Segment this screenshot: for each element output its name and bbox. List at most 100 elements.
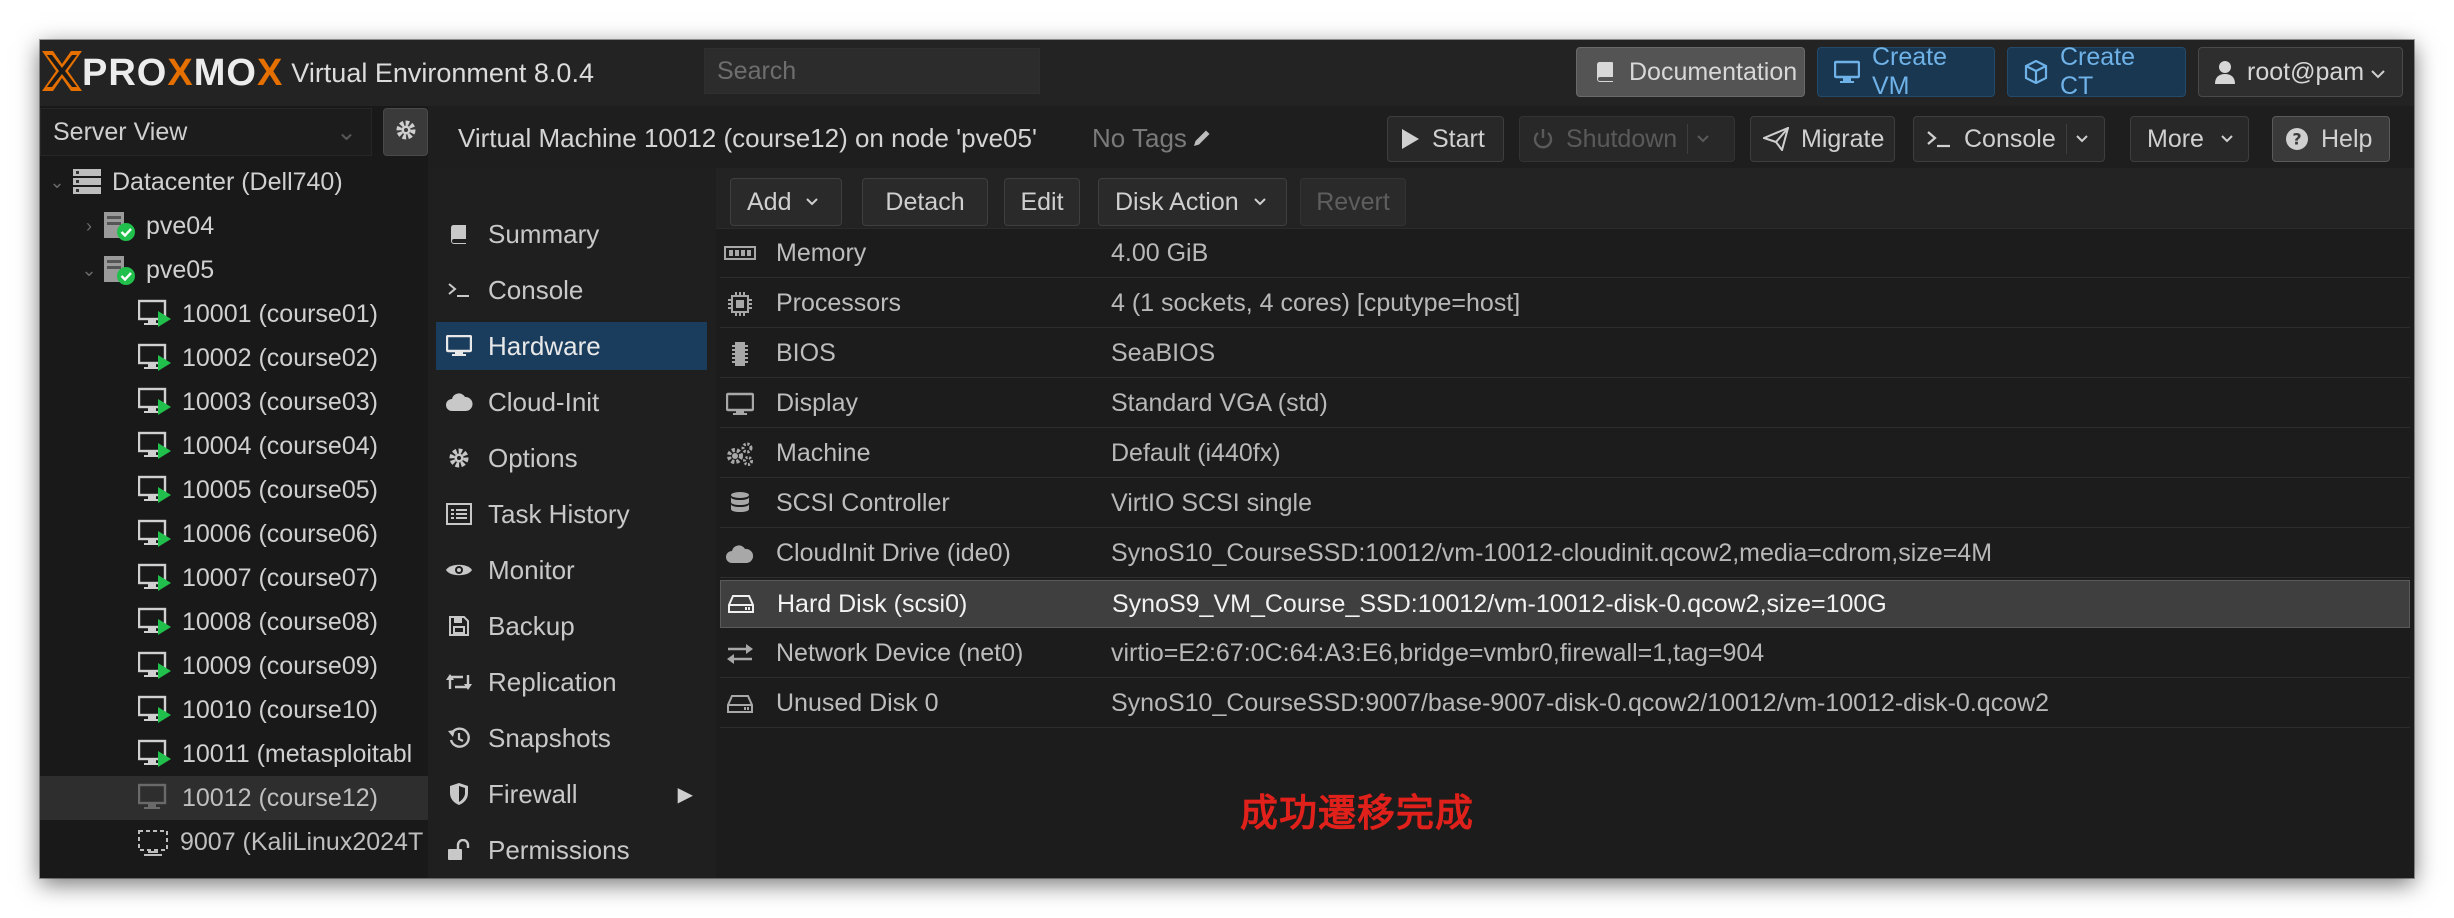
hardware-toolbar: Add Detach Edit Disk Action Revert [716,168,2414,229]
add-button[interactable]: Add [730,178,842,226]
tree-item-vm-10004[interactable]: 10004 (course04) [40,424,428,468]
list-icon [444,503,474,525]
nav-options[interactable]: Options [436,434,707,482]
help-button[interactable]: ? Help [2272,116,2390,162]
nav-firewall[interactable]: Firewall ▶ [436,770,707,818]
hardware-row-bios[interactable]: BIOS SeaBIOS [720,330,2410,378]
hardware-row-network-device[interactable]: Network Device (net0) virtio=E2:67:0C:64… [720,630,2410,678]
hardware-row-scsi-controller[interactable]: SCSI Controller VirtIO SCSI single [720,480,2410,528]
documentation-button[interactable]: Documentation [1576,47,1805,97]
tree-item-template-9007[interactable]: 9007 (KaliLinux2024T [40,820,428,864]
tree-item-pve04[interactable]: › pve04 [40,204,428,248]
tree-item-vm-10009[interactable]: 10009 (course09) [40,644,428,688]
tree-item-vm-10006[interactable]: 10006 (course06) [40,512,428,556]
nav-monitor[interactable]: Monitor [436,546,707,594]
vm-running-icon [138,651,172,681]
memory-icon [720,245,760,263]
hardware-row-display[interactable]: Display Standard VGA (std) [720,380,2410,428]
hardware-row-memory[interactable]: Memory 4.00 GiB [720,230,2410,278]
chevron-down-icon: ⌄ [81,259,97,280]
template-icon [136,827,170,857]
cloud-icon [720,544,760,564]
nav-console[interactable]: Console [436,266,707,314]
page-title: Virtual Machine 10012 (course12) on node… [458,123,1037,153]
create-ct-button[interactable]: Create CT [2007,43,2186,100]
retweet-icon [444,671,474,693]
cube-icon [2024,60,2048,84]
vm-subnav: Summary Console Hardware Cloud-Init Opti… [428,168,715,878]
desktop-icon [1834,60,1860,84]
migration-complete-annotation: 成功遷移完成 [1240,791,1475,835]
detach-button[interactable]: Detach [862,178,988,226]
edit-button[interactable]: Edit [1004,178,1080,226]
migrate-button[interactable]: Migrate [1750,116,1895,162]
gear-icon [444,446,474,470]
node-online-icon [102,254,136,286]
chevron-right-icon: › [86,215,92,236]
console-button[interactable]: Console [1913,116,2105,162]
tree-item-vm-10008[interactable]: 10008 (course08) [40,600,428,644]
pencil-icon [1191,127,1213,149]
hardware-panel: Add Detach Edit Disk Action Revert Memor… [716,168,2414,878]
tree-item-vm-10011[interactable]: 10011 (metasploitabl [40,732,428,776]
floppy-icon [444,615,474,637]
tree-item-vm-10007[interactable]: 10007 (course07) [40,556,428,600]
shutdown-button[interactable]: Shutdown [1519,116,1735,162]
resource-tree: Server View ⌄ ⌄ Datacenter (Dell740) › p… [40,106,428,878]
cpu-icon [720,291,760,317]
cloud-icon [444,392,474,412]
tree-item-pve05[interactable]: ⌄ pve05 [40,248,428,292]
tree-item-vm-10003[interactable]: 10003 (course03) [40,380,428,424]
desktop-icon [720,392,760,416]
user-menu-button[interactable]: root@pam [2198,47,2403,97]
tree-item-vm-10002[interactable]: 10002 (course02) [40,336,428,380]
hardware-row-hard-disk[interactable]: Hard Disk (scsi0) SynoS9_VM_Course_SSD:1… [720,580,2410,628]
vm-running-icon [138,695,172,725]
server-view-select[interactable]: Server View ⌄ [40,108,372,156]
more-button[interactable]: More [2130,116,2249,162]
tree-item-datacenter[interactable]: ⌄ Datacenter (Dell740) [40,160,428,204]
create-vm-button[interactable]: Create VM [1817,43,1995,100]
hardware-row-machine[interactable]: Machine Default (i440fx) [720,430,2410,478]
user-icon [2215,60,2235,84]
nav-permissions[interactable]: Permissions [436,826,707,874]
chevron-down-icon [1253,197,1267,207]
tags-editor[interactable]: No Tags [1092,118,1213,158]
vm-running-icon [138,739,172,769]
terminal-icon [444,280,474,300]
disk-action-button[interactable]: Disk Action [1098,178,1287,226]
tree-item-vm-10010[interactable]: 10010 (course10) [40,688,428,732]
hardware-row-unused-disk[interactable]: Unused Disk 0 SynoS10_CourseSSD:9007/bas… [720,680,2410,728]
nav-task-history[interactable]: Task History [436,490,707,538]
hardware-row-cloudinit-drive[interactable]: CloudInit Drive (ide0) SynoS10_CourseSSD… [720,530,2410,578]
database-icon [720,491,760,517]
hardware-row-processors[interactable]: Processors 4 (1 sockets, 4 cores) [cputy… [720,280,2410,328]
vm-running-icon [138,475,172,505]
power-icon [1532,128,1554,150]
exchange-icon [720,643,760,665]
nav-backup[interactable]: Backup [436,602,707,650]
revert-button[interactable]: Revert [1300,178,1406,226]
vm-stopped-icon [138,783,172,813]
nav-summary[interactable]: Summary [436,210,707,258]
unlock-icon [444,839,474,861]
nav-replication[interactable]: Replication [436,658,707,706]
chevron-down-icon [2220,134,2234,144]
vm-running-icon [138,563,172,593]
nav-snapshots[interactable]: Snapshots [436,714,707,762]
search-input[interactable]: Search [704,48,1040,94]
tree-item-vm-10012[interactable]: 10012 (course12) [40,776,428,820]
chevron-down-icon [2370,58,2386,87]
nav-hardware[interactable]: Hardware [436,322,707,370]
tree-item-vm-10001[interactable]: 10001 (course01) [40,292,428,336]
start-button[interactable]: Start [1387,116,1504,162]
chevron-down-icon [805,197,819,207]
caret-right-icon: ▶ [677,783,693,806]
tree-settings-button[interactable] [383,108,428,156]
tree-item-vm-10005[interactable]: 10005 (course05) [40,468,428,512]
nav-cloud-init[interactable]: Cloud-Init [436,378,707,426]
chevron-down-icon: ⌄ [49,171,65,192]
vm-running-icon [138,343,172,373]
logo-x-icon [42,51,82,94]
chevron-down-icon [1696,134,1710,144]
